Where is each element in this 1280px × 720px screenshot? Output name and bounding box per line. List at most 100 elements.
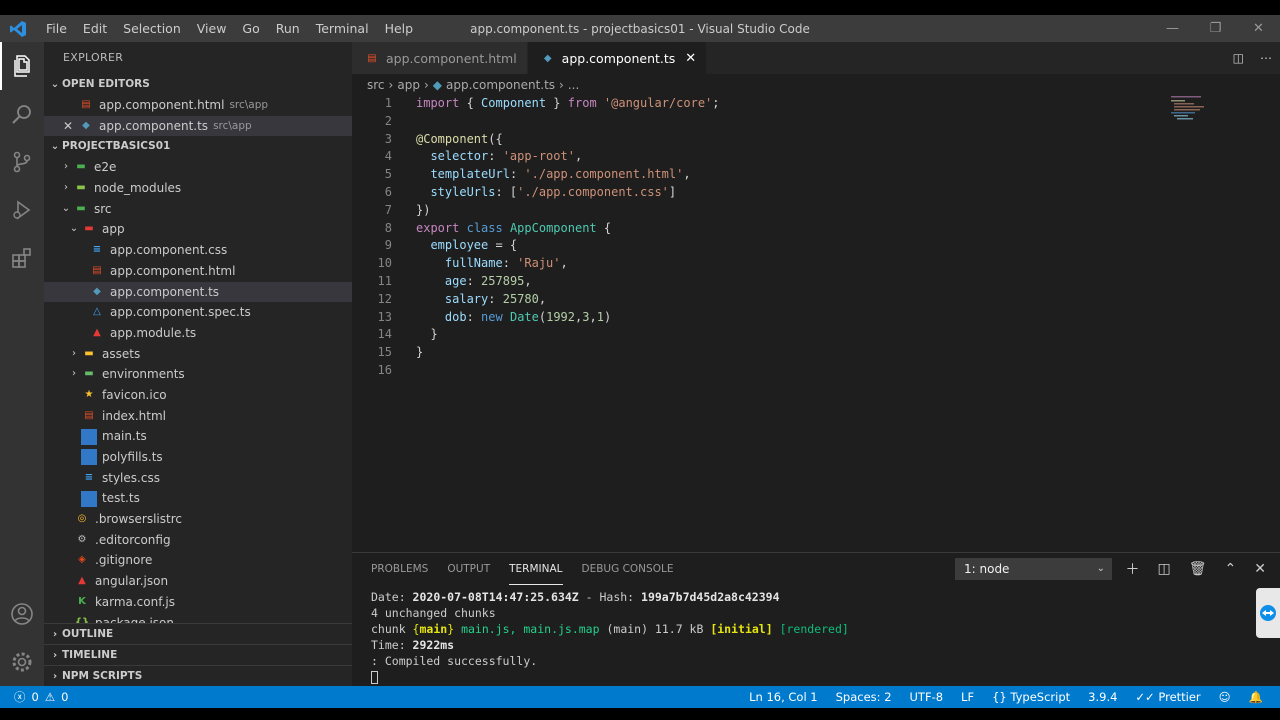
open-editor-item-active[interactable]: ✕ ◆ app.component.ts src\app	[44, 115, 352, 137]
menu-view[interactable]: View	[189, 15, 235, 42]
terminal-prompt[interactable]	[371, 669, 849, 685]
close-panel-icon[interactable]: ✕	[1254, 561, 1266, 577]
tree-file[interactable]: ◎ .browserslistrc	[44, 509, 352, 530]
breadcrumb-file[interactable]: app.component.ts	[446, 74, 555, 96]
breadcrumb-src[interactable]: src	[367, 74, 385, 96]
tree-label: .gitignore	[95, 553, 153, 568]
new-terminal-icon[interactable]: ＋	[1126, 559, 1140, 579]
line-number: 7	[384, 202, 392, 217]
line-ending[interactable]: LF	[952, 690, 983, 704]
tree-file[interactable]: main.ts	[44, 426, 352, 447]
tree-file[interactable]: △ app.component.spec.ts	[44, 302, 352, 323]
timeline-label: TIMELINE	[62, 648, 118, 661]
extensions-icon[interactable]	[0, 234, 44, 282]
menu-selection[interactable]: Selection	[115, 15, 189, 42]
more-actions-icon[interactable]: ⋯	[1260, 51, 1272, 65]
run-debug-icon[interactable]	[0, 186, 44, 234]
tree-file[interactable]: ≡ app.component.css	[44, 240, 352, 261]
menu-edit[interactable]: Edit	[75, 15, 115, 42]
html-file-icon: ▤	[84, 409, 94, 421]
terminal-output[interactable]: Date: 2020-07-08T14:47:25.634Z - Hash: 1…	[371, 589, 849, 685]
tree-label: angular.json	[95, 574, 169, 589]
tab-app-component-ts[interactable]: ◆ app.component.ts ✕	[527, 42, 708, 74]
tree-folder-assets[interactable]: › ▬ assets	[44, 344, 352, 365]
feedback-icon[interactable]: ☺	[1210, 690, 1240, 704]
cursor-position[interactable]: Ln 16, Col 1	[740, 690, 827, 704]
menu-run[interactable]: Run	[268, 15, 308, 42]
split-terminal-icon[interactable]: ◫	[1158, 561, 1171, 577]
line-content: fullName: 'Raju',	[444, 256, 568, 271]
status-problems[interactable]: ⓧ 0 ⚠ 0	[0, 689, 68, 705]
open-editor-item[interactable]: ▤ app.component.html src\app	[44, 95, 352, 116]
breadcrumb: src › app › ◆ app.component.ts › ...	[352, 74, 1280, 96]
menu-file[interactable]: File	[38, 15, 75, 42]
tree-file[interactable]: ▤ index.html	[44, 406, 352, 427]
ts-version[interactable]: 3.9.4	[1079, 690, 1126, 704]
notifications-bell-icon[interactable]: 🔔	[1240, 690, 1272, 704]
tab-terminal[interactable]: TERMINAL	[509, 553, 563, 585]
language-mode[interactable]: {} TypeScript	[983, 690, 1079, 704]
menu-help[interactable]: Help	[377, 15, 422, 42]
outline-header[interactable]: › OUTLINE	[44, 623, 352, 644]
encoding[interactable]: UTF-8	[901, 690, 953, 704]
tree-file[interactable]: ▲ angular.json	[44, 571, 352, 592]
line-content: export class AppComponent {	[416, 220, 612, 235]
minimap[interactable]	[1171, 94, 1266, 122]
close-icon[interactable]: ✕	[63, 116, 73, 137]
tree-folder-src[interactable]: ⌄ ▬ src	[44, 199, 352, 220]
prettier-status[interactable]: ✓✓ Prettier	[1126, 690, 1209, 704]
close-tab-icon[interactable]: ✕	[685, 51, 696, 66]
settings-gear-icon[interactable]	[0, 638, 44, 686]
tree-file[interactable]: ▲ app.module.ts	[44, 323, 352, 344]
close-window-button[interactable]: ✕	[1237, 15, 1280, 42]
timeline-header[interactable]: › TIMELINE	[44, 644, 352, 665]
folder-open-icon: ▬	[84, 223, 94, 235]
restore-button[interactable]: ❐	[1194, 15, 1237, 42]
html-file-icon: ▤	[81, 99, 91, 110]
tree-file[interactable]: ◈ .gitignore	[44, 550, 352, 571]
breadcrumb-symbol[interactable]: ...	[568, 74, 579, 96]
breadcrumb-app[interactable]: app	[397, 74, 420, 96]
search-icon[interactable]	[0, 90, 44, 138]
menu-go[interactable]: Go	[234, 15, 267, 42]
tab-problems[interactable]: PROBLEMS	[371, 553, 428, 585]
terminal-select[interactable]: 1: node ⌄	[955, 558, 1112, 580]
tab-output[interactable]: OUTPUT	[447, 553, 490, 585]
teamviewer-icon[interactable]	[1256, 588, 1280, 638]
line-number: 9	[384, 238, 392, 253]
open-editors-header[interactable]: ⌄ OPEN EDITORS	[44, 74, 352, 95]
tree-folder-environments[interactable]: › ▬ environments	[44, 364, 352, 385]
tree-folder-app[interactable]: ⌄ ▬ app	[44, 219, 352, 240]
line-content: selector: 'app-root',	[430, 149, 583, 164]
explorer-icon[interactable]	[0, 42, 44, 90]
code-line: 1 import { Component } from '@angular/cor…	[352, 95, 1280, 113]
project-header[interactable]: ⌄ PROJECTBASICS01	[44, 136, 352, 157]
source-control-icon[interactable]	[0, 138, 44, 186]
npm-scripts-header[interactable]: › NPM SCRIPTS	[44, 665, 352, 686]
chevron-down-icon: ⌄	[1096, 563, 1105, 574]
tree-file[interactable]: polyfills.ts	[44, 447, 352, 468]
tree-file[interactable]: test.ts	[44, 488, 352, 509]
tab-debug-console[interactable]: DEBUG CONSOLE	[582, 553, 674, 585]
code-editor[interactable]: 1 import { Component } from '@angular/cor…	[352, 95, 1280, 380]
tree-file[interactable]: ★ favicon.ico	[44, 385, 352, 406]
trash-icon[interactable]: 🗑	[1189, 561, 1207, 577]
tab-app-component-html[interactable]: ▤ app.component.html	[352, 42, 528, 74]
maximize-panel-icon[interactable]: ⌃	[1225, 561, 1237, 577]
tree-label: src	[94, 201, 112, 216]
tree-label: polyfills.ts	[102, 450, 163, 464]
minimize-button[interactable]: —	[1151, 15, 1194, 42]
tree-file-selected[interactable]: ◆ app.component.ts	[44, 281, 352, 303]
split-editor-icon[interactable]: ◫	[1233, 51, 1244, 65]
accounts-icon[interactable]	[0, 590, 44, 638]
menu-terminal[interactable]: Terminal	[308, 15, 377, 42]
tree-folder-e2e[interactable]: › ▬ e2e	[44, 157, 352, 178]
indentation[interactable]: Spaces: 2	[827, 690, 901, 704]
tree-file[interactable]: K karma.conf.js	[44, 592, 352, 613]
editor-actions: ◫ ⋯	[1233, 42, 1272, 74]
tree-label: app.component.ts	[110, 284, 220, 299]
tree-folder-node-modules[interactable]: › ▬ node_modules	[44, 178, 352, 199]
tree-file[interactable]: ▤ app.component.html	[44, 261, 352, 282]
tree-file[interactable]: ≡ styles.css	[44, 468, 352, 489]
tree-file[interactable]: ⚙ .editorconfig	[44, 530, 352, 551]
